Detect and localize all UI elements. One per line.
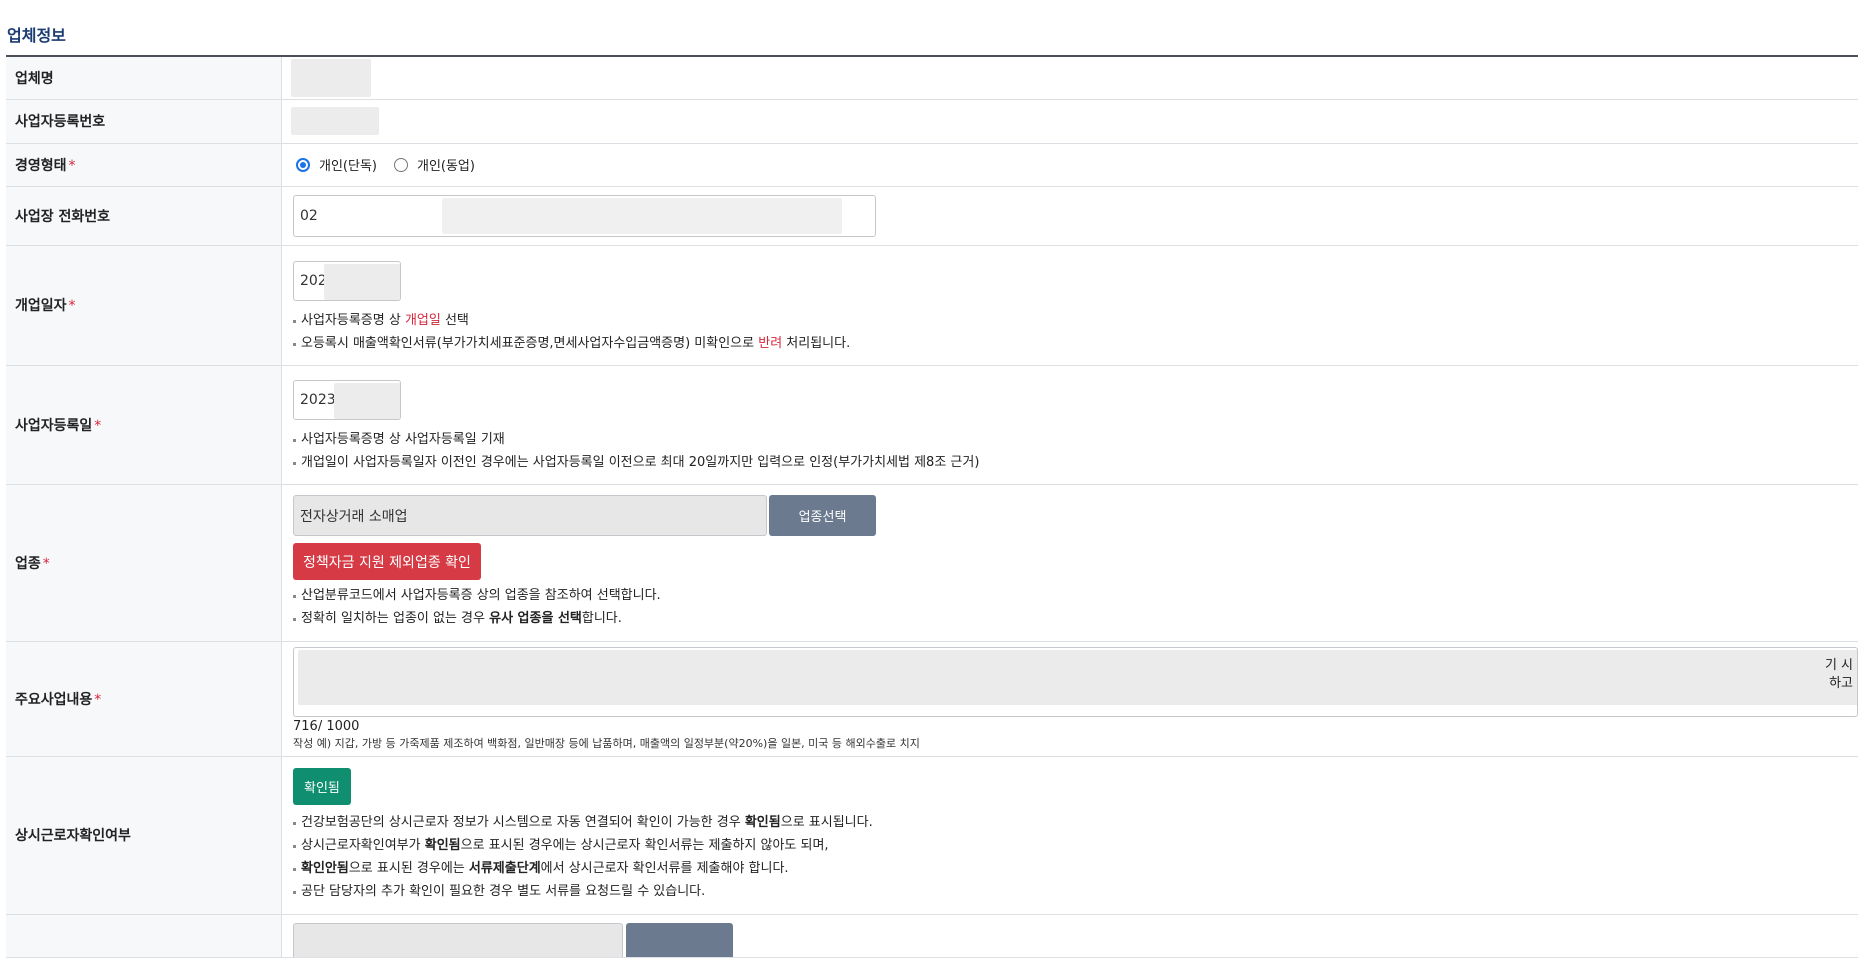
row-company-name: 업체명 — [6, 56, 1858, 99]
row-open-date: 개업일자* 202 사업자등록증명 상 개업일 선택 오등록시 매출액확인서류(… — [6, 245, 1858, 365]
next-row-label — [6, 914, 282, 957]
next-row-input[interactable] — [293, 923, 623, 957]
row-reg-date: 사업자등록일* 2023 사업자등록증명 상 사업자등록일 기재 개업일이 사업… — [6, 365, 1858, 484]
radio-sole-label[interactable]: 개인(단독) — [319, 155, 377, 174]
row-biz-reg-no: 사업자등록번호 — [6, 99, 1858, 143]
biz-reg-no-label: 사업자등록번호 — [6, 99, 282, 143]
open-date-label: 개업일자* — [6, 245, 282, 365]
main-business-label: 주요사업내용* — [6, 641, 282, 756]
char-counter: 716/ 1000 — [293, 719, 1858, 734]
note-item: 개업일이 사업자등록일자 이전인 경우에는 사업자등록일 이전으로 최대 20일… — [293, 451, 1858, 474]
required-mark: * — [69, 298, 76, 314]
note-item: 건강보험공단의 상시근로자 정보가 시스템으로 자동 연결되어 확인이 가능한 … — [293, 811, 1858, 834]
open-date-notes: 사업자등록증명 상 개업일 선택 오등록시 매출액확인서류(부가가치세표준증명,… — [293, 309, 1858, 355]
worker-check-notes: 건강보험공단의 상시근로자 정보가 시스템으로 자동 연결되어 확인이 가능한 … — [293, 811, 1858, 903]
industry-label: 업종* — [6, 484, 282, 641]
company-info-form: 업체명 사업자등록번호 경영형태* 개인(단독) 개인(동업) 사업장 전화번호… — [6, 55, 1858, 958]
note-item: 오등록시 매출액확인서류(부가가치세표준증명,면세사업자수입금액증명) 미확인으… — [293, 332, 1858, 355]
reg-date-notes: 사업자등록증명 상 사업자등록일 기재 개업일이 사업자등록일자 이전인 경우에… — [293, 428, 1858, 474]
row-mgmt-type: 경영형태* 개인(단독) 개인(동업) — [6, 143, 1858, 186]
worker-check-label: 상시근로자확인여부 — [6, 756, 282, 914]
row-worker-check: 상시근로자확인여부 확인됨 건강보험공단의 상시근로자 정보가 시스템으로 자동… — [6, 756, 1858, 914]
redacted-business-text — [298, 650, 1858, 705]
main-business-textarea[interactable]: 기 시 하고 — [293, 647, 1858, 717]
note-item: 산업분류코드에서 사업자등록증 상의 업종을 참조하여 선택합니다. — [293, 584, 1858, 607]
industry-select-button[interactable]: 업종선택 — [769, 495, 876, 536]
biz-reg-no-value — [282, 99, 1858, 143]
note-item: 정확히 일치하는 업종이 없는 경우 유사 업종을 선택합니다. — [293, 607, 1858, 630]
example-text: 작성 예) 지갑, 가방 등 가죽제품 제조하여 백화점, 일반매장 등에 납품… — [293, 735, 1858, 751]
company-name-value — [282, 56, 1858, 99]
required-mark: * — [94, 692, 101, 708]
radio-partnership[interactable] — [394, 158, 408, 172]
row-main-business: 주요사업내용* 기 시 하고 716/ 1000 작성 예) 지갑, 가방 등 … — [6, 641, 1858, 756]
note-item: 공단 담당자의 추가 확인이 필요한 경우 별도 서류를 요청드릴 수 있습니다… — [293, 880, 1858, 903]
radio-sole[interactable] — [296, 158, 310, 172]
industry-input: 전자상거래 소매업 — [293, 495, 767, 536]
note-item: 사업자등록증명 상 사업자등록일 기재 — [293, 428, 1858, 451]
row-phone: 사업장 전화번호 02 — [6, 186, 1858, 245]
reg-date-input[interactable]: 2023 — [293, 380, 401, 420]
row-industry: 업종* 전자상거래 소매업 업종선택 정책자금 지원 제외업종 확인 산업분류코… — [6, 484, 1858, 641]
redacted-phone — [442, 198, 842, 234]
reg-date-label: 사업자등록일* — [6, 365, 282, 484]
redacted-company-name — [291, 59, 371, 97]
next-row-button[interactable] — [626, 923, 733, 957]
section-title: 업체정보 — [7, 22, 66, 46]
industry-notes: 산업분류코드에서 사업자등록증 상의 업종을 참조하여 선택합니다. 정확히 일… — [293, 584, 1858, 630]
note-item: 사업자등록증명 상 개업일 선택 — [293, 309, 1858, 332]
row-next-partial — [6, 914, 1858, 957]
redacted-biz-reg-no — [291, 107, 379, 135]
redacted-open-date — [324, 264, 401, 300]
redacted-reg-date — [334, 383, 401, 419]
company-name-label: 업체명 — [6, 56, 282, 99]
note-item: 확인안됨으로 표시된 경우에는 서류제출단계에서 상시근로자 확인서류를 제출해… — [293, 857, 1858, 880]
mgmt-type-radio-group: 개인(단독) 개인(동업) — [293, 155, 1858, 174]
required-mark: * — [43, 556, 50, 572]
phone-label: 사업장 전화번호 — [6, 186, 282, 245]
radio-partnership-label[interactable]: 개인(동업) — [417, 155, 475, 174]
worker-confirmed-badge: 확인됨 — [293, 768, 351, 805]
mgmt-type-label: 경영형태* — [6, 143, 282, 186]
excluded-industry-check-button[interactable]: 정책자금 지원 제외업종 확인 — [293, 543, 481, 580]
phone-input[interactable]: 02 — [293, 195, 876, 237]
note-item: 상시근로자확인여부가 확인됨으로 표시된 경우에는 상시근로자 확인서류는 제출… — [293, 834, 1858, 857]
open-date-input[interactable]: 202 — [293, 261, 401, 301]
required-mark: * — [94, 418, 101, 434]
required-mark: * — [69, 158, 76, 174]
